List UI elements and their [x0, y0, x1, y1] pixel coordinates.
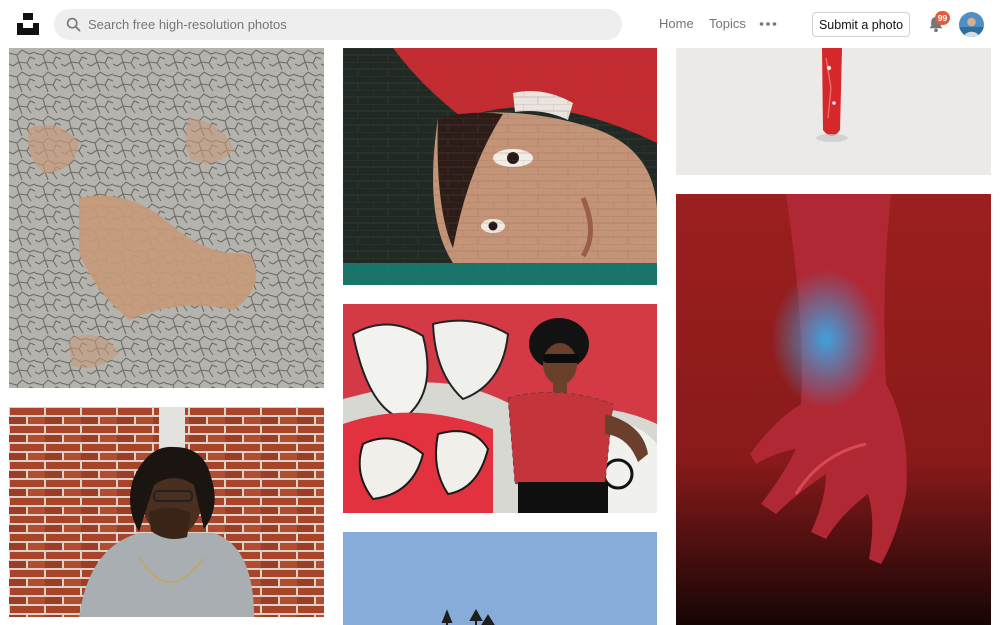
- nav-topics-link[interactable]: Topics: [709, 16, 746, 31]
- top-bar: Home Topics Submit a photo 99: [0, 0, 1000, 48]
- search-bar[interactable]: [54, 9, 622, 40]
- photo-man-brick-wall[interactable]: [9, 407, 324, 617]
- photo-blue-sky[interactable]: [343, 532, 657, 625]
- search-icon[interactable]: [66, 17, 81, 32]
- photo-face-mural[interactable]: [343, 48, 657, 285]
- more-dots-icon[interactable]: [757, 13, 779, 35]
- photo-peeling-paint[interactable]: [9, 48, 324, 388]
- photo-red-object[interactable]: [676, 48, 991, 175]
- notification-badge: 99: [935, 11, 950, 25]
- avatar[interactable]: [959, 12, 984, 37]
- nav-home-link[interactable]: Home: [659, 16, 694, 31]
- submit-photo-button[interactable]: Submit a photo: [812, 12, 910, 37]
- search-input[interactable]: [88, 9, 608, 40]
- photo-woman-graffiti[interactable]: [343, 304, 657, 513]
- unsplash-logo-icon[interactable]: [16, 12, 40, 36]
- photo-red-blue-hand[interactable]: [676, 194, 991, 625]
